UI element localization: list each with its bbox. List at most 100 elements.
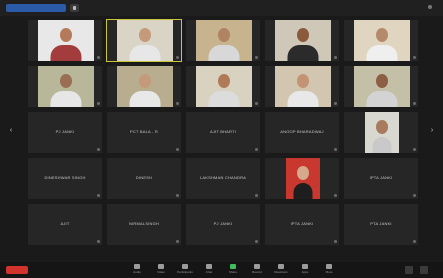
toolbar-label: Participants: [177, 270, 193, 274]
participant-tile[interactable]: IPTA JANKI: [343, 157, 419, 200]
participant-body: [50, 45, 82, 61]
participant-tile[interactable]: DINESH: [106, 157, 182, 200]
muted-mic-icon: [255, 240, 258, 243]
view-icon[interactable]: [428, 4, 432, 9]
toolbar-label: More: [325, 270, 333, 274]
participant-body: [366, 91, 398, 107]
participant-tile[interactable]: [343, 19, 419, 62]
participant-face: [139, 74, 151, 88]
participant-tile[interactable]: DINESHWAR SINGH: [27, 157, 103, 200]
muted-mic-icon: [413, 56, 416, 59]
record-icon: [254, 264, 260, 269]
participant-face: [376, 28, 388, 42]
participants-button[interactable]: Participants: [176, 264, 194, 276]
participant-face: [376, 74, 388, 88]
muted-mic-icon: [176, 56, 179, 59]
participant-tile[interactable]: PJ JANKI: [185, 203, 261, 246]
participant-face: [139, 28, 151, 42]
participant-name: LAKSHMAN CHANDRA: [199, 175, 247, 180]
participant-name: DINESHWAR SINGH: [44, 175, 86, 180]
participant-tile[interactable]: PCT BALA - R: [106, 111, 182, 154]
participant-tile[interactable]: [185, 65, 261, 108]
toolbar-label: Record: [252, 270, 262, 274]
next-page-icon[interactable]: ›: [429, 126, 435, 136]
participant-tile[interactable]: AJIT BHARTI: [185, 111, 261, 154]
participant-tile[interactable]: PJ JANKI: [27, 111, 103, 154]
participant-tile[interactable]: IPTA JANKI: [264, 203, 340, 246]
muted-mic-icon: [97, 240, 100, 243]
muted-mic-icon: [334, 102, 337, 105]
toolbar-label: Video: [157, 270, 165, 274]
participant-tile[interactable]: [106, 19, 182, 62]
participant-face: [60, 74, 72, 88]
participant-tile[interactable]: [185, 19, 261, 62]
meeting-info-badge[interactable]: [6, 4, 66, 12]
participant-tile[interactable]: [264, 157, 340, 200]
participant-body: [129, 45, 161, 61]
participant-body: [208, 45, 240, 61]
participant-face: [297, 166, 309, 180]
chat-button[interactable]: Chat: [200, 264, 218, 276]
participant-name: IPTA JANKI: [290, 221, 314, 226]
share-screen-icon: [230, 264, 236, 269]
audio-button[interactable]: Audio: [128, 264, 146, 276]
participant-tile[interactable]: PTA JANKI: [343, 203, 419, 246]
video-button[interactable]: Video: [152, 264, 170, 276]
participant-tile[interactable]: [27, 65, 103, 108]
muted-mic-icon: [255, 148, 258, 151]
more-button[interactable]: More: [320, 264, 338, 276]
apps-icon: [302, 264, 308, 269]
participant-tile[interactable]: [27, 19, 103, 62]
participant-face: [218, 74, 230, 88]
settings-icon[interactable]: [420, 266, 428, 274]
muted-mic-icon: [334, 148, 337, 151]
toolbar-label: Audio: [133, 270, 141, 274]
participant-tile[interactable]: [264, 65, 340, 108]
leave-button[interactable]: [6, 266, 28, 274]
participant-tile[interactable]: AJIT: [27, 203, 103, 246]
participant-name: PCT BALA - R: [130, 129, 158, 134]
more-icon: [326, 264, 332, 269]
participant-tile[interactable]: [264, 19, 340, 62]
muted-mic-icon: [413, 240, 416, 243]
participant-tile[interactable]: [106, 65, 182, 108]
participant-face: [297, 28, 309, 42]
participant-tile[interactable]: ANOOP BHARADWAJ: [264, 111, 340, 154]
participant-body: [50, 91, 82, 107]
participant-name: AJIT: [60, 221, 70, 226]
participant-body: [293, 183, 313, 199]
participant-tile[interactable]: LAKSHMAN CHANDRA: [185, 157, 261, 200]
microphone-icon: [134, 264, 140, 269]
participant-body: [366, 45, 398, 61]
muted-mic-icon: [176, 240, 179, 243]
fullscreen-icon[interactable]: [405, 266, 413, 274]
top-right-controls[interactable]: [428, 4, 435, 10]
muted-mic-icon: [334, 56, 337, 59]
share-button[interactable]: Share: [224, 264, 242, 276]
participant-name: NIRMALSINGH: [129, 221, 159, 226]
record-button[interactable]: Record: [248, 264, 266, 276]
participant-face: [376, 120, 388, 134]
participant-tile[interactable]: NIRMALSINGH: [106, 203, 182, 246]
audio-indicator-icon[interactable]: [70, 4, 79, 12]
apps-button[interactable]: Apps: [296, 264, 314, 276]
muted-mic-icon: [97, 56, 100, 59]
toolbar-label: Apps: [301, 270, 309, 274]
muted-mic-icon: [413, 102, 416, 105]
camera-icon: [158, 264, 164, 269]
muted-mic-icon: [334, 240, 337, 243]
muted-mic-icon: [255, 56, 258, 59]
reactions-button[interactable]: Reactions: [272, 264, 290, 276]
participant-video: [117, 20, 173, 61]
participant-name: ANOOP BHARADWAJ: [280, 129, 324, 134]
previous-page-icon[interactable]: ‹: [8, 126, 14, 136]
participant-video: [196, 20, 252, 61]
participant-video: [117, 66, 173, 107]
chat-icon: [206, 264, 212, 269]
participant-body: [372, 137, 392, 153]
muted-mic-icon: [97, 194, 100, 197]
participant-tile[interactable]: [343, 111, 419, 154]
muted-mic-icon: [255, 194, 258, 197]
participant-video: [354, 66, 410, 107]
participant-tile[interactable]: [343, 65, 419, 108]
